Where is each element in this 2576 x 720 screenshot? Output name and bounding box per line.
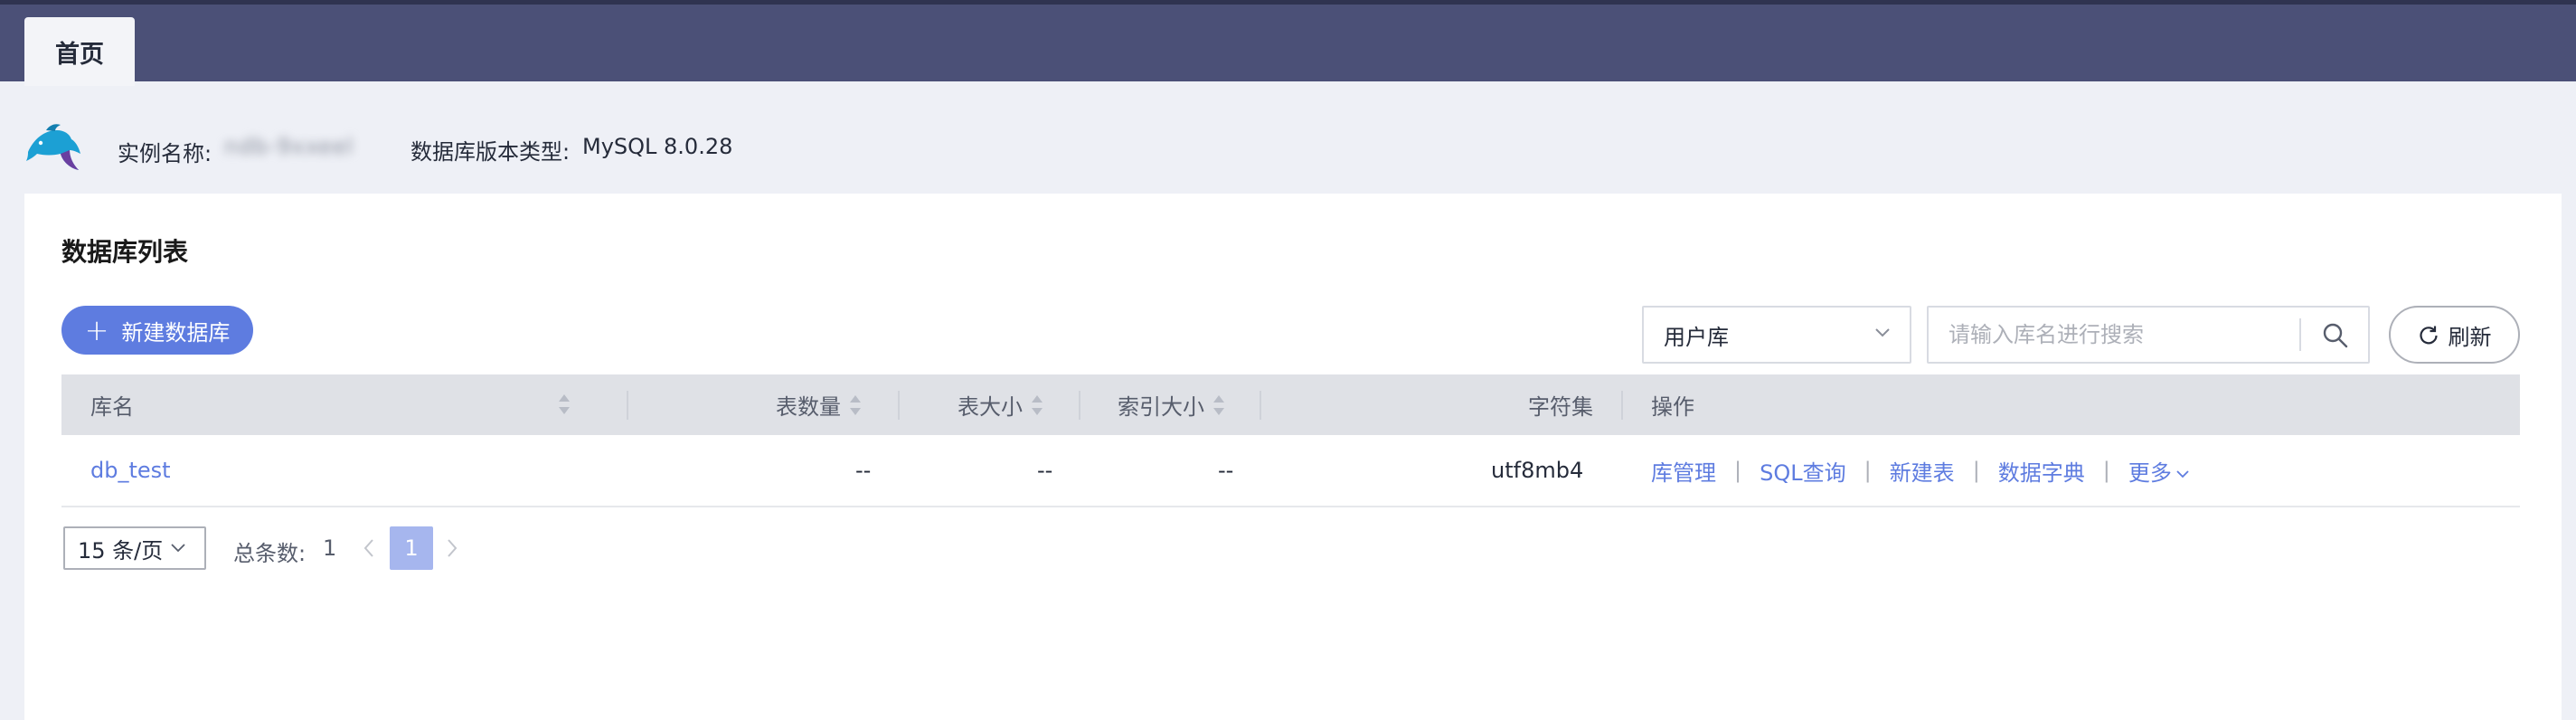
tab-home[interactable]: 首页: [24, 17, 135, 86]
page-number-button[interactable]: 1: [390, 526, 433, 570]
db-type-select-value: 用户库: [1664, 324, 1729, 350]
row-actions: 库管理 | SQL查询 | 新建表 | 数据字典 | 更多: [1651, 435, 2190, 506]
action-more[interactable]: 更多: [2128, 455, 2190, 487]
page-size-value: 15 条/页: [78, 537, 164, 564]
refresh-label: 刷新: [2448, 324, 2492, 350]
column-header-index-size[interactable]: 索引大小: [1118, 374, 1226, 435]
column-header-actions: 操作: [1651, 394, 1694, 420]
action-separator: |: [2102, 458, 2110, 483]
column-separator: [1621, 391, 1623, 420]
column-header-charset: 字符集: [1528, 394, 1593, 420]
column-separator: [1079, 391, 1080, 420]
table-header: 库名 表数量 表大小 索引大小 字符集 操作: [61, 374, 2520, 435]
search-input[interactable]: [1929, 308, 2330, 362]
total-count-label: 总条数:: [233, 541, 307, 566]
sort-icon[interactable]: [557, 392, 571, 417]
column-separator: [1260, 391, 1261, 420]
cell-table-size: --: [1037, 458, 1053, 483]
sort-icon: [850, 394, 861, 415]
card-title: 数据库列表: [61, 237, 189, 267]
refresh-button[interactable]: 刷新: [2389, 306, 2520, 364]
instance-name-value: ndb-9xxeel: [224, 134, 354, 159]
mysql-dolphin-icon: [26, 124, 80, 170]
action-new-table[interactable]: 新建表: [1890, 455, 1955, 487]
db-version-value: MySQL 8.0.28: [582, 134, 733, 159]
column-header-table-size[interactable]: 表大小: [958, 374, 1044, 435]
action-sql-query[interactable]: SQL查询: [1760, 455, 1846, 487]
plus-icon: +: [84, 313, 109, 347]
column-header-name[interactable]: 库名: [90, 374, 134, 435]
action-data-dictionary[interactable]: 数据字典: [1998, 455, 2085, 487]
sort-icon: [1213, 394, 1224, 415]
chevron-down-icon: [2176, 469, 2189, 478]
chevron-left-icon[interactable]: [359, 532, 379, 564]
sort-icon: [1032, 394, 1043, 415]
cell-table-count: --: [855, 458, 872, 483]
cell-index-size: --: [1218, 458, 1234, 483]
search-icon[interactable]: [2321, 321, 2350, 350]
new-database-label: 新建数据库: [121, 319, 231, 346]
chevron-down-icon: [171, 544, 185, 553]
db-name-link[interactable]: db_test: [90, 458, 171, 483]
chevron-right-icon[interactable]: [442, 532, 462, 564]
page-size-select[interactable]: 15 条/页: [63, 526, 206, 570]
new-database-button[interactable]: + 新建数据库: [61, 306, 253, 355]
table-row: db_test -- -- -- utf8mb4 库管理 | SQL查询 | 新…: [61, 435, 2520, 507]
instance-info-bar: 实例名称: ndb-9xxeel 数据库版本类型: MySQL 8.0.28: [0, 109, 2576, 185]
action-more-label: 更多: [2128, 459, 2172, 486]
total-count-value: 1: [323, 535, 337, 561]
chevron-down-icon: [1875, 328, 1890, 337]
action-separator: |: [1864, 458, 1872, 483]
database-list-card: 数据库列表 + 新建数据库 用户库 刷新 库名 表数量: [24, 194, 2562, 720]
db-version-label: 数据库版本类型:: [410, 139, 571, 165]
column-header-table-count[interactable]: 表数量: [776, 374, 863, 435]
action-separator: |: [1972, 458, 1980, 483]
column-separator: [627, 391, 628, 420]
action-separator: |: [1734, 458, 1742, 483]
search-divider: [2299, 318, 2301, 351]
instance-name-label: 实例名称:: [118, 141, 212, 166]
column-separator: [898, 391, 900, 420]
refresh-icon: [2419, 326, 2438, 345]
db-type-select[interactable]: 用户库: [1642, 306, 1911, 364]
top-bar: 首页: [0, 0, 2576, 86]
cell-charset: utf8mb4: [1491, 458, 1584, 483]
search-box: [1927, 306, 2370, 364]
action-db-manage[interactable]: 库管理: [1651, 455, 1716, 487]
